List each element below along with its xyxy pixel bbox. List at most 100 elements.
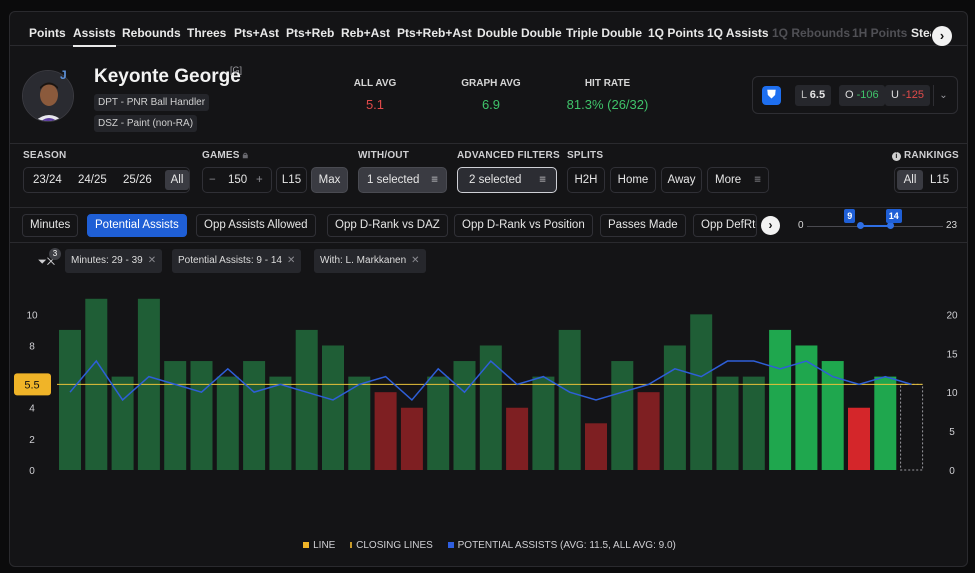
odds-panel[interactable]: ⛊ L 6.5 O -106 U -125 ⌄ [752,76,958,114]
tab-1q-points[interactable]: 1Q Points [648,26,704,40]
line-value-label: 5.5 [24,379,39,391]
chart-stat-tabs: Minutes Potential Assists Opp Assists Al… [10,207,967,243]
chart-bar [374,392,397,470]
odds-line: L 6.5 [795,85,832,106]
tab-steals[interactable]: Steals [911,26,931,40]
stat-tab-passes-made[interactable]: Passes Made [600,214,686,237]
filter-lines-icon: ≡ [539,174,546,186]
right-axis-tick: 15 [946,349,958,360]
info-icon: i [892,152,901,161]
chart-bar [690,314,713,470]
tab-pts-reb-ast[interactable]: Pts+Reb+Ast [397,26,472,40]
player-header: J Keyonte George [G] DPT - PNR Ball Hand… [10,58,967,144]
tab-pts-ast[interactable]: Pts+Ast [234,26,279,40]
tab-rebounds[interactable]: Rebounds [122,26,181,40]
split-more[interactable]: More ≡ [707,167,769,193]
odds-over: O -106 [839,85,885,106]
chart-bar [611,361,634,470]
tab-1h-points[interactable]: 1H Points [852,26,907,40]
chart-bar [874,376,897,470]
filter-chip-potential-assists[interactable]: Potential Assists: 9 - 14 ✕ [172,249,302,273]
rankings-segment: All L15 [894,167,958,193]
rankings-all[interactable]: All [897,170,923,190]
chevron-down-icon[interactable]: ⌄ [933,85,953,106]
market-tabs: Points Assists Rebounds Threes Pts+Ast P… [10,12,967,47]
right-axis-tick: 5 [949,427,955,438]
stat-tab-minutes[interactable]: Minutes [22,214,79,237]
stat-tab-opp-drank-daz[interactable]: Opp D-Rank vs DAZ [327,214,448,237]
chart-bar [742,376,765,470]
app-frame: Points Assists Rebounds Threes Pts+Ast P… [9,11,968,567]
legend-potential-assists: POTENTIAL ASSISTS (AVG: 11.5, ALL AVG: 9… [447,540,676,551]
split-away[interactable]: Away [661,167,702,193]
advanced-filters-select[interactable]: 2 selected ≡ [457,167,557,193]
season-segment: 23/24 24/25 25/26 All [23,167,190,193]
chart-bar [506,407,529,470]
tab-assists[interactable]: Assists [73,26,116,47]
season-all[interactable]: All [165,170,189,190]
filter-lines-icon: ≡ [754,174,761,186]
chart-bar [348,376,371,470]
split-h2h[interactable]: H2H [567,167,605,193]
chart-legend: LINE CLOSING LINES POTENTIAL ASSISTS (AV… [10,540,967,551]
split-home[interactable]: Home [610,167,656,193]
close-icon[interactable]: ✕ [148,255,156,266]
season-25-26[interactable]: 25/26 [123,168,152,192]
chart-bar [479,345,502,470]
tab-1q-assists[interactable]: 1Q Assists [707,26,769,40]
games-increment[interactable]: + [256,168,263,192]
range-slider-high-handle[interactable]: 14 [885,209,902,229]
chart-bar [322,345,344,470]
filter-chip-with[interactable]: With: L. Markkanen ✕ [314,249,426,273]
chart-bar [716,376,739,470]
close-icon[interactable]: ✕ [287,255,295,266]
upcoming-bar-placeholder [900,383,924,471]
slider-max-label: 23 [946,220,958,231]
games-decrement[interactable]: − [209,168,216,192]
games-l15[interactable]: L15 [276,167,307,193]
all-avg-value: 5.1 [365,97,385,112]
right-axis-tick: 0 [949,466,955,477]
filter-lines-icon: ≡ [431,174,438,186]
games-stepper: − 150 + [202,167,272,193]
close-icon[interactable]: ✕ [411,255,419,266]
left-axis-tick: 4 [29,404,35,415]
chart-bar [427,376,450,470]
all-avg-label: ALL AVG [353,78,397,89]
chart-bar [848,407,870,470]
stat-tab-opp-defrtg[interactable]: Opp DefRtg [693,214,757,237]
stat-tab-opp-assists-allowed[interactable]: Opp Assists Allowed [196,214,316,237]
filter-chip-minutes[interactable]: Minutes: 29 - 39 ✕ [65,249,163,273]
chart-bar [453,361,476,470]
tabs-scroll-right-icon[interactable]: › [932,26,952,46]
tab-1q-rebounds[interactable]: 1Q Rebounds [772,26,850,40]
slider-low-badge: 9 [844,209,856,223]
tab-triple-double[interactable]: Triple Double [566,26,642,40]
chart-bar [558,329,581,470]
with-out-select[interactable]: 1 selected ≡ [358,167,447,193]
left-axis-tick: 0 [29,466,35,477]
legend-closing-lines: CLOSING LINES [350,540,433,551]
games-value[interactable]: 150 [228,168,247,192]
player-tag-dsz: DSZ - Paint (non-RA) [94,115,198,132]
graph-avg-value: 6.9 [481,97,501,112]
tab-points[interactable]: Points [29,26,66,40]
season-label: SEASON [23,150,67,161]
chart-bar [59,329,81,470]
tab-double-double[interactable]: Double Double [477,26,562,40]
filter-count-badge: 3 [49,248,61,260]
rankings-l15[interactable]: L15 [930,168,949,192]
stat-tab-opp-drank-position[interactable]: Opp D-Rank vs Position [454,214,593,237]
tab-reb-ast[interactable]: Reb+Ast [341,26,390,40]
stat-tab-potential-assists[interactable]: Potential Assists [87,214,187,237]
season-24-25[interactable]: 24/25 [78,168,107,192]
range-slider-low-handle[interactable]: 9 [844,209,865,229]
tab-threes[interactable]: Threes [187,26,226,40]
chart-bar [164,361,187,470]
season-23-24[interactable]: 23/24 [33,168,62,192]
tab-pts-reb[interactable]: Pts+Reb [286,26,334,40]
games-max[interactable]: Max [311,167,348,193]
slider-high-badge: 14 [885,209,902,223]
lock-icon: 🔒︎ [242,150,249,161]
stat-tabs-scroll-right-icon[interactable]: › [761,216,780,235]
